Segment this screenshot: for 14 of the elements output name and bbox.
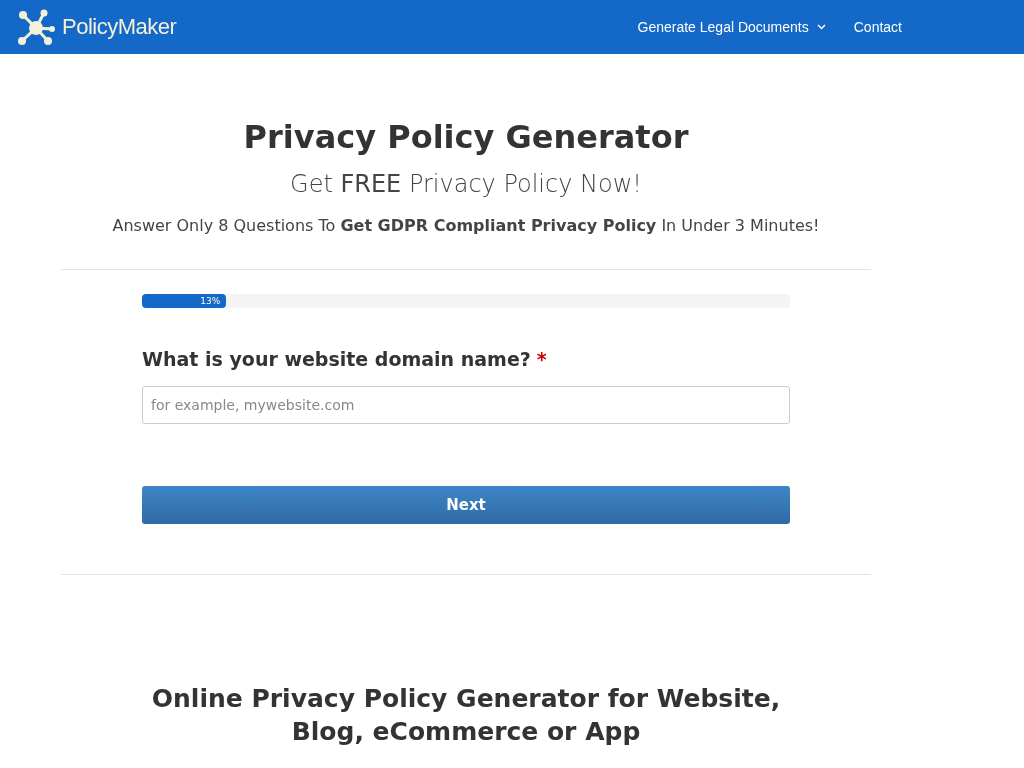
network-icon bbox=[16, 7, 56, 47]
section-heading: Online Privacy Policy Generator for Website, Blog, eCommerce or App bbox=[150, 683, 782, 748]
question-label: What is your website domain name? bbox=[142, 348, 531, 370]
nav-link[interactable]: Contact bbox=[853, 19, 902, 35]
subtitle: Get FREE Privacy Policy Now! bbox=[289, 170, 643, 198]
chevron-down-icon bbox=[816, 24, 826, 30]
progress-label: 13% bbox=[199, 295, 222, 308]
page-title: Privacy Policy Generator bbox=[242, 118, 690, 156]
domain-input-field[interactable]: for example, mywebsite.com bbox=[142, 386, 790, 424]
tagline: Answer Only 8 Questions To Get GDPR Compliant Privacy Policy In Under 3 Minutes! bbox=[111, 216, 821, 235]
logo-text[interactable]: PolicyMaker bbox=[62, 14, 177, 40]
nav-link[interactable]: Generate Legal Documents bbox=[637, 19, 826, 35]
required-mark: * bbox=[536, 348, 547, 370]
next-button[interactable]: Next bbox=[142, 486, 790, 524]
